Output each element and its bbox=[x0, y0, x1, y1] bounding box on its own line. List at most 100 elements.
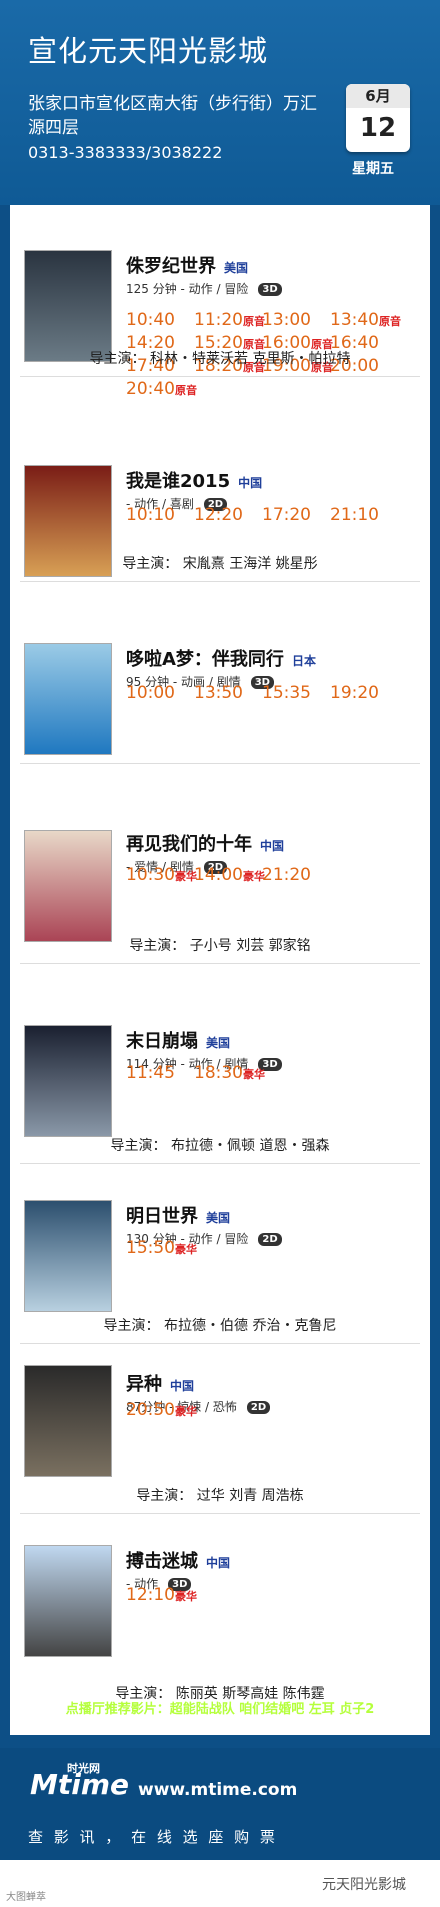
showtime-time: 14:00 bbox=[194, 865, 243, 885]
showtime[interactable]: 19:20 bbox=[330, 683, 379, 703]
showtime-time: 10:10 bbox=[126, 505, 175, 525]
showtime-tag: 豪华 bbox=[175, 1405, 197, 1418]
movie-country: 美国 bbox=[206, 1036, 231, 1050]
showtime-time: 19:20 bbox=[330, 683, 379, 703]
divider bbox=[20, 763, 420, 764]
showtime-time: 17:20 bbox=[262, 505, 311, 525]
movie-country: 美国 bbox=[224, 261, 249, 275]
calendar-icon: 6月 12 bbox=[346, 84, 410, 152]
showtime-time: 20:50 bbox=[126, 1400, 175, 1420]
recommend-text: 点播厅推荐影片：超能陆战队 咱们结婚吧 左耳 贞子2 bbox=[65, 1702, 375, 1717]
cinema-phone: 0313-3383333/3038222 bbox=[28, 143, 223, 162]
format-badge: 2D bbox=[258, 1233, 282, 1246]
showtime-time: 20:40 bbox=[126, 379, 175, 399]
format-badge: 2D bbox=[246, 1401, 271, 1414]
showtime[interactable]: 21:10 bbox=[330, 505, 379, 525]
movie-title-text: 搏击迷城 bbox=[126, 1551, 198, 1572]
movie-cast: 导主演： 宋胤熹 王海洋 姚星彤 bbox=[122, 556, 318, 572]
movie-cast: 导主演： 子小号 刘芸 郭家铭 bbox=[129, 938, 311, 954]
showtime[interactable]: 15:35 bbox=[262, 683, 311, 703]
showtime-time: 12:10 bbox=[126, 1585, 175, 1605]
showtime[interactable]: 13:40原音 bbox=[330, 310, 401, 330]
showtime-time: 13:00 bbox=[262, 310, 311, 330]
showtime[interactable]: 11:45 bbox=[126, 1063, 175, 1083]
movie-country: 美国 bbox=[206, 1211, 231, 1225]
movie-title-text: 哆啦A梦：伴我同行 bbox=[126, 649, 284, 670]
divider bbox=[20, 581, 420, 582]
showtime-tag: 原音 bbox=[175, 384, 197, 397]
showtime-time: 11:45 bbox=[126, 1063, 175, 1083]
showtime-time: 13:40 bbox=[330, 310, 379, 330]
movie-title-text: 我是谁2015 bbox=[126, 471, 231, 492]
showtime[interactable]: 13:00 bbox=[262, 310, 311, 330]
showtime[interactable]: 10:10 bbox=[126, 505, 175, 525]
showtime-time: 10:40 bbox=[126, 310, 175, 330]
movie-title[interactable]: 异种 中国 bbox=[126, 1370, 194, 1396]
notice-text: 以上影讯如有变动，请以影院当日公布为准。 bbox=[110, 1722, 330, 1735]
showtime-tag: 豪华 bbox=[175, 1243, 197, 1256]
divider bbox=[20, 1343, 420, 1344]
movie-title[interactable]: 搏击迷城 中国 bbox=[126, 1547, 230, 1573]
showtime[interactable]: 10:30豪华 bbox=[126, 865, 197, 885]
showtime[interactable]: 18:30豪华 bbox=[194, 1063, 265, 1083]
movie-title-text: 侏罗纪世界 bbox=[126, 256, 216, 277]
showtime[interactable]: 20:40原音 bbox=[126, 379, 197, 399]
showtime[interactable]: 12:20 bbox=[194, 505, 243, 525]
showtime[interactable]: 15:50豪华 bbox=[126, 1238, 197, 1258]
movie-title[interactable]: 明日世界 美国 bbox=[126, 1202, 230, 1228]
movie-poster[interactable] bbox=[24, 1545, 112, 1657]
showtime[interactable]: 11:20原音 bbox=[194, 310, 265, 330]
movie-country: 中国 bbox=[170, 1379, 195, 1393]
cinema-title: 宣化元天阳光影城 bbox=[28, 34, 269, 68]
movie-cast: 导主演： 布拉德・伯德 乔治・克鲁尼 bbox=[103, 1318, 337, 1334]
format-badge: 3D bbox=[258, 283, 282, 296]
showtime-tag: 豪华 bbox=[243, 1068, 265, 1081]
movie-title[interactable]: 侏罗纪世界 美国 bbox=[126, 252, 248, 278]
divider bbox=[20, 376, 420, 377]
movie-poster[interactable] bbox=[24, 643, 112, 755]
divider bbox=[20, 963, 420, 964]
footer: 时光网 Mtime www.mtime.com 查 影 讯 ， 在 线 选 座 … bbox=[0, 1748, 440, 1907]
movie-title[interactable]: 我是谁2015 中国 bbox=[126, 467, 262, 493]
movie-title[interactable]: 末日崩塌 美国 bbox=[126, 1027, 230, 1053]
showtime[interactable]: 12:10豪华 bbox=[126, 1585, 197, 1605]
watermark-right: 元天阳光影城 bbox=[322, 1877, 406, 1893]
showtime-time: 15:50 bbox=[126, 1238, 175, 1258]
showtime-time: 12:20 bbox=[194, 505, 243, 525]
movie-title-text: 再见我们的十年 bbox=[126, 834, 252, 855]
movie-title[interactable]: 再见我们的十年 中国 bbox=[126, 830, 284, 856]
showtime[interactable]: 13:50 bbox=[194, 683, 243, 703]
divider bbox=[20, 1513, 420, 1514]
showtime-time: 18:30 bbox=[194, 1063, 243, 1083]
showtime-time: 11:20 bbox=[194, 310, 243, 330]
movie-poster[interactable] bbox=[24, 1200, 112, 1312]
showtime[interactable]: 14:00豪华 bbox=[194, 865, 265, 885]
showtime-time: 15:35 bbox=[262, 683, 311, 703]
site-url[interactable]: www.mtime.com bbox=[138, 1780, 297, 1800]
movie-poster[interactable] bbox=[24, 250, 112, 362]
calendar-month: 6月 bbox=[346, 84, 410, 108]
movie-cast: 导主演： 科林・特莱沃若 克里斯・帕拉特 bbox=[89, 351, 351, 367]
showtime-time: 10:30 bbox=[126, 865, 175, 885]
header: 宣化元天阳光影城 张家口市宣化区南大街（步行街）万汇源四层 0313-33833… bbox=[0, 0, 440, 205]
movie-country: 中国 bbox=[238, 476, 263, 490]
showtime[interactable]: 10:40 bbox=[126, 310, 175, 330]
showtime-time: 13:50 bbox=[194, 683, 243, 703]
showtime-time: 21:10 bbox=[330, 505, 379, 525]
movie-meta-text: 125 分钟 - 动作 / 冒险 bbox=[126, 282, 249, 296]
divider bbox=[20, 1163, 420, 1164]
showtime[interactable]: 17:20 bbox=[262, 505, 311, 525]
movie-poster[interactable] bbox=[24, 1365, 112, 1477]
showtime-tag: 原音 bbox=[379, 315, 401, 328]
movie-poster[interactable] bbox=[24, 830, 112, 942]
showtime-time: 21:20 bbox=[262, 865, 311, 885]
mtime-logo: Mtime bbox=[30, 1768, 130, 1801]
movie-title-text: 异种 bbox=[126, 1374, 162, 1395]
showtime[interactable]: 21:20 bbox=[262, 865, 311, 885]
movie-title[interactable]: 哆啦A梦：伴我同行 日本 bbox=[126, 645, 316, 671]
showtime[interactable]: 20:50豪华 bbox=[126, 1400, 197, 1420]
movie-poster[interactable] bbox=[24, 1025, 112, 1137]
showtime[interactable]: 10:00 bbox=[126, 683, 175, 703]
movie-country: 中国 bbox=[206, 1556, 231, 1570]
movie-cast: 导主演： 过华 刘青 周浩栋 bbox=[136, 1488, 304, 1504]
